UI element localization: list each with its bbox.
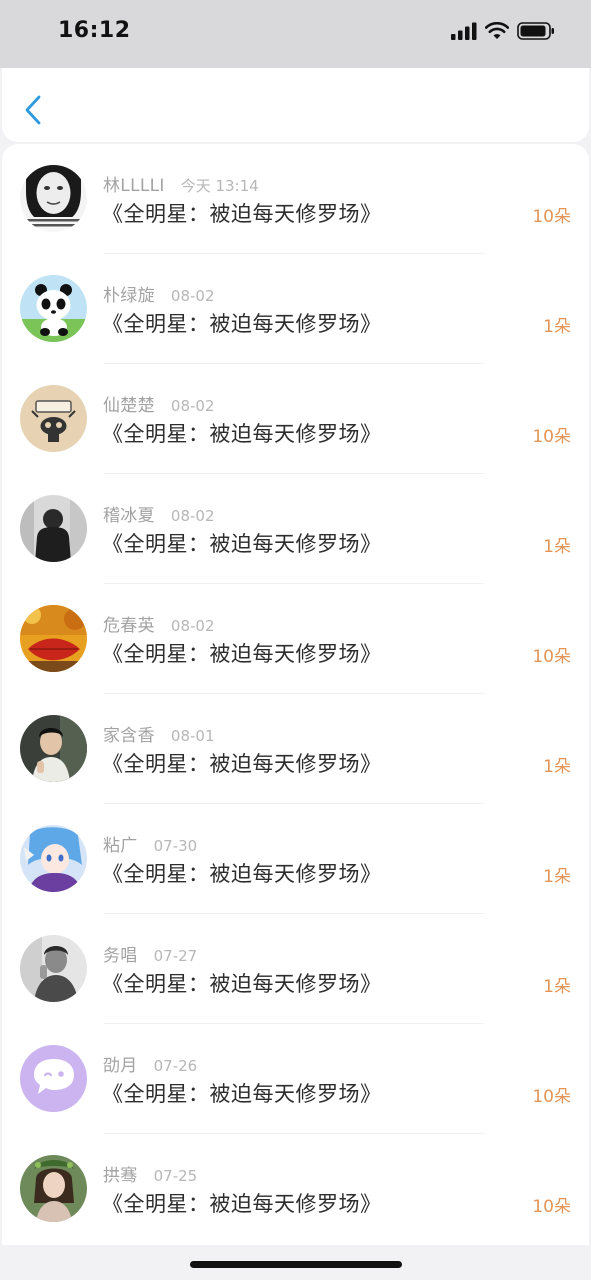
panda-avatar-icon — [20, 275, 87, 342]
book-title[interactable]: 《全明星：被迫每天修罗场》 — [102, 418, 382, 448]
list-item[interactable]: 稽冰夏 08-02 《全明星：被迫每天修罗场》 1朵 — [2, 474, 589, 584]
autumn-leaf-avatar-icon — [20, 605, 87, 672]
gift-count: 10朵 — [532, 647, 571, 667]
user-avatar[interactable] — [20, 385, 87, 452]
record-time: 08-02 — [170, 617, 215, 635]
signal-icon — [451, 22, 477, 40]
record-time: 08-02 — [170, 397, 215, 415]
anime-avatar-icon — [20, 825, 87, 892]
user-avatar[interactable] — [20, 165, 87, 232]
gift-count: 10朵 — [532, 1087, 571, 1107]
username[interactable]: 粘广 — [103, 831, 138, 856]
gift-count: 1朵 — [543, 317, 571, 337]
book-title[interactable]: 《全明星：被迫每天修罗场》 — [102, 1188, 382, 1218]
username[interactable]: 劭月 — [103, 1051, 138, 1076]
book-title[interactable]: 《全明星：被迫每天修罗场》 — [102, 308, 382, 338]
record-time: 08-02 — [170, 507, 215, 525]
woman-portrait-avatar-icon — [20, 1155, 87, 1222]
username[interactable]: 务唱 — [103, 941, 138, 966]
record-time: 07-25 — [153, 1167, 198, 1185]
record-meta: 务唱 07-27 — [103, 941, 197, 966]
user-avatar[interactable] — [20, 935, 87, 1002]
record-meta: 稽冰夏 08-02 — [103, 501, 215, 526]
record-meta: 朴绿旋 08-02 — [103, 281, 215, 306]
gift-count: 1朵 — [543, 867, 571, 887]
book-title[interactable]: 《全明星：被迫每天修罗场》 — [102, 638, 382, 668]
gift-count: 10朵 — [532, 427, 571, 447]
nav-bar — [2, 68, 589, 142]
list-item[interactable]: 家含香 08-01 《全明星：被迫每天修罗场》 1朵 — [2, 694, 589, 804]
monochrome-avatar-icon — [20, 935, 87, 1002]
list-item[interactable]: 危春英 08-02 《全明星：被迫每天修罗场》 10朵 — [2, 584, 589, 694]
record-time: 07-30 — [153, 837, 198, 855]
username[interactable]: 朴绿旋 — [103, 281, 155, 306]
status-time: 16:12 — [58, 18, 131, 43]
user-avatar[interactable] — [20, 495, 87, 562]
list-item[interactable]: 务唱 07-27 《全明星：被迫每天修罗场》 1朵 — [2, 914, 589, 1024]
book-title[interactable]: 《全明星：被迫每天修罗场》 — [102, 528, 382, 558]
gift-count: 10朵 — [532, 207, 571, 227]
record-time: 今天 13:14 — [180, 177, 259, 195]
user-avatar[interactable] — [20, 1045, 87, 1112]
wifi-icon — [485, 22, 509, 39]
list-item[interactable]: 朴绿旋 08-02 《全明星：被迫每天修罗场》 1朵 — [2, 254, 589, 364]
username[interactable]: 家含香 — [103, 721, 155, 746]
record-meta: 劭月 07-26 — [103, 1051, 197, 1076]
user-avatar[interactable] — [20, 605, 87, 672]
record-meta: 粘广 07-30 — [103, 831, 197, 856]
meme-face-avatar-icon — [20, 165, 87, 232]
book-title[interactable]: 《全明星：被迫每天修罗场》 — [102, 748, 382, 778]
record-meta: 拱骞 07-25 — [103, 1161, 197, 1186]
list-item[interactable]: 拱骞 07-25 《全明星：被迫每天修罗场》 10朵 — [2, 1134, 589, 1244]
gift-count: 1朵 — [543, 977, 571, 997]
record-meta: 仙楚楚 08-02 — [103, 391, 215, 416]
dark-figure-avatar-icon — [20, 495, 87, 562]
record-time: 08-02 — [170, 287, 215, 305]
username[interactable]: 稽冰夏 — [103, 501, 155, 526]
record-time: 08-01 — [170, 727, 215, 745]
book-title[interactable]: 《全明星：被迫每天修罗场》 — [102, 858, 382, 888]
sketch-avatar-icon — [20, 385, 87, 452]
username[interactable]: 仙楚楚 — [103, 391, 155, 416]
book-title[interactable]: 《全明星：被迫每天修罗场》 — [102, 1078, 382, 1108]
gift-count: 1朵 — [543, 537, 571, 557]
portrait-avatar-icon — [20, 715, 87, 782]
username[interactable]: 拱骞 — [103, 1161, 138, 1186]
record-meta: 危春英 08-02 — [103, 611, 215, 636]
book-title[interactable]: 《全明星：被迫每天修罗场》 — [102, 198, 382, 228]
gift-record-list: 林LLLLI 今天 13:14 《全明星：被迫每天修罗场》 10朵 朴绿旋 08… — [2, 144, 589, 1245]
record-time: 07-26 — [153, 1057, 198, 1075]
user-avatar[interactable] — [20, 1155, 87, 1222]
list-item[interactable]: 粘广 07-30 《全明星：被迫每天修罗场》 1朵 — [2, 804, 589, 914]
chevron-left-icon — [25, 95, 41, 125]
chat-bubble-avatar-icon — [20, 1045, 87, 1112]
username[interactable]: 林LLLLI — [103, 171, 165, 196]
gift-count: 1朵 — [543, 757, 571, 777]
gift-count: 10朵 — [532, 1197, 571, 1217]
list-item[interactable]: 劭月 07-26 《全明星：被迫每天修罗场》 10朵 — [2, 1024, 589, 1134]
status-icons — [451, 22, 555, 40]
list-item[interactable]: 林LLLLI 今天 13:14 《全明星：被迫每天修罗场》 10朵 — [2, 144, 589, 254]
battery-icon — [517, 22, 554, 40]
user-avatar[interactable] — [20, 825, 87, 892]
record-meta: 林LLLLI 今天 13:14 — [103, 171, 259, 196]
list-item[interactable]: 仙楚楚 08-02 《全明星：被迫每天修罗场》 10朵 — [2, 364, 589, 474]
home-indicator[interactable] — [190, 1261, 402, 1268]
username[interactable]: 危春英 — [103, 611, 155, 636]
user-avatar[interactable] — [20, 715, 87, 782]
back-button[interactable] — [18, 92, 48, 128]
status-bar: 16:12 — [0, 0, 591, 68]
user-avatar[interactable] — [20, 275, 87, 342]
book-title[interactable]: 《全明星：被迫每天修罗场》 — [102, 968, 382, 998]
record-time: 07-27 — [153, 947, 198, 965]
record-meta: 家含香 08-01 — [103, 721, 215, 746]
